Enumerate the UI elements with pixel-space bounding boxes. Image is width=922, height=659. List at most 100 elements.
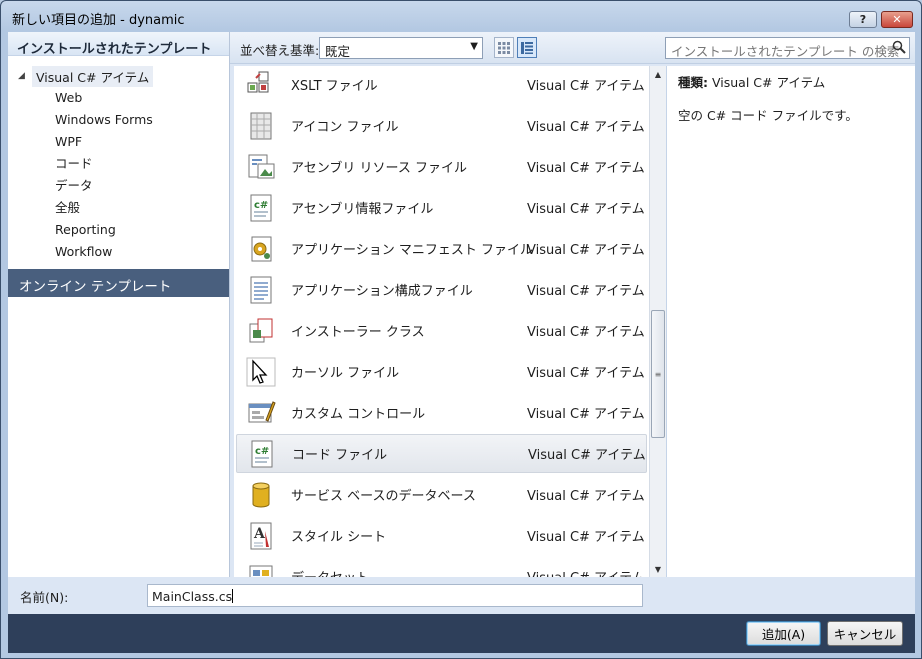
cancel-button[interactable]: キャンセル (827, 621, 903, 646)
name-input[interactable]: MainClass.cs (147, 584, 643, 607)
template-kind: Visual C# アイテム (527, 407, 645, 422)
expand-arrow-icon[interactable]: ◢ (18, 71, 32, 81)
tree-item-code[interactable]: コード (55, 154, 93, 174)
close-button[interactable]: ✕ (881, 11, 913, 28)
help-button[interactable]: ? (849, 11, 877, 28)
svg-text:A: A (253, 526, 266, 542)
template-kind: Visual C# アイテム (528, 448, 646, 463)
template-row-dataset[interactable]: データセット Visual C# アイテム (236, 557, 647, 577)
tree-item-data[interactable]: データ (55, 176, 93, 196)
category-tree: ◢ Visual C# アイテム Web Windows Forms WPF コ… (8, 56, 229, 267)
template-kind: Visual C# アイテム (527, 284, 645, 299)
sort-label: 並べ替え基準: (240, 43, 320, 58)
template-row-resource-file[interactable]: アセンブリ リソース ファイル Visual C# アイテム (236, 147, 647, 186)
template-name: アセンブリ情報ファイル (291, 202, 434, 217)
csharp-file-icon: c# (247, 439, 277, 469)
tree-item-general[interactable]: 全般 (55, 198, 80, 218)
chevron-down-icon: ▼ (470, 41, 478, 52)
template-row-xslt[interactable]: XSLT ファイル Visual C# アイテム (236, 66, 647, 104)
window-title: 新しい項目の追加 - dynamic (12, 13, 185, 28)
template-row-code-file[interactable]: c# コード ファイル Visual C# アイテム (236, 434, 647, 473)
template-name: アプリケーション マニフェスト ファイル (291, 243, 534, 258)
template-search-input[interactable]: インストールされたテンプレート の検索 (665, 37, 910, 59)
template-kind: Visual C# アイテム (527, 202, 645, 217)
template-name: アセンブリ リソース ファイル (291, 161, 467, 176)
icon-file-icon (246, 111, 276, 141)
template-name: インストーラー クラス (291, 325, 425, 340)
template-row-icon-file[interactable]: アイコン ファイル Visual C# アイテム (236, 106, 647, 145)
detail-kind: 種類: Visual C# アイテム (678, 72, 915, 91)
name-label: 名前(N): (20, 590, 69, 605)
tree-item-visual-csharp[interactable]: ◢ Visual C# アイテム (18, 65, 154, 87)
template-list-scrollbar[interactable]: ▲ ≡ ▼ (649, 66, 666, 577)
template-name: サービス ベースのデータベース (291, 489, 476, 504)
sort-value: 既定 (325, 44, 351, 59)
search-icon[interactable] (892, 40, 906, 57)
template-row-custom-control[interactable]: カスタム コントロール Visual C# アイテム (236, 393, 647, 432)
small-icons-view-button[interactable] (494, 37, 514, 58)
template-kind: Visual C# アイテム (527, 489, 645, 504)
tree-item-wpf[interactable]: WPF (55, 132, 82, 152)
template-row-assembly-info[interactable]: c# アセンブリ情報ファイル Visual C# アイテム (236, 188, 647, 227)
cursor-file-icon (246, 357, 276, 387)
tree-item-workflow[interactable]: Workflow (55, 242, 112, 262)
template-kind: Visual C# アイテム (527, 161, 645, 176)
scroll-down-icon[interactable]: ▼ (650, 561, 666, 577)
template-row-installer-class[interactable]: インストーラー クラス Visual C# アイテム (236, 311, 647, 350)
template-toolbar: 並べ替え基準: 既定 ▼ インストールされたテンプレート の検索 (230, 32, 915, 64)
installer-class-icon (246, 316, 276, 346)
dialog-client: インストールされたテンプレート ◢ Visual C# アイテム Web Win… (8, 32, 915, 653)
template-kind: Visual C# アイテム (527, 243, 645, 258)
template-details-pane: 種類: Visual C# アイテム 空の C# コード ファイルです。 (666, 66, 915, 577)
sort-dropdown[interactable]: 既定 ▼ (319, 37, 483, 59)
template-list: XSLT ファイル Visual C# アイテム アイコン ファイル Visua… (234, 66, 649, 577)
template-name: データセット (291, 567, 369, 577)
xslt-file-icon (246, 70, 276, 100)
name-input-value: MainClass.cs (152, 589, 233, 604)
template-row-manifest[interactable]: アプリケーション マニフェスト ファイル Visual C# アイテム (236, 229, 647, 268)
details-view-button[interactable] (517, 37, 537, 58)
scrollbar-thumb[interactable]: ≡ (651, 310, 665, 438)
template-name: カーソル ファイル (291, 366, 400, 381)
detail-kind-label: 種類: (678, 75, 708, 90)
tree-item-reporting[interactable]: Reporting (55, 220, 116, 240)
csharp-file-icon: c# (246, 193, 276, 223)
template-name: アイコン ファイル (291, 120, 399, 135)
dialog-footer: 追加(A) キャンセル (8, 614, 915, 653)
installed-templates-header[interactable]: インストールされたテンプレート (8, 32, 229, 57)
details-view-icon (521, 41, 533, 54)
stylesheet-icon: A (246, 521, 276, 551)
template-kind: Visual C# アイテム (527, 567, 645, 577)
dataset-icon (246, 562, 276, 577)
add-new-item-dialog: 新しい項目の追加 - dynamic ? ✕ インストールされたテンプレート ◢… (0, 0, 922, 659)
resource-file-icon (246, 152, 276, 182)
scroll-up-icon[interactable]: ▲ (650, 66, 666, 82)
name-row: 名前(N): MainClass.cs (8, 577, 915, 614)
title-bar[interactable]: 新しい項目の追加 - dynamic ? ✕ (1, 1, 921, 31)
template-name: XSLT ファイル (291, 79, 378, 94)
config-file-icon (246, 275, 276, 305)
detail-kind-value: Visual C# アイテム (711, 75, 826, 90)
tree-item-label: Visual C# アイテム (32, 65, 154, 87)
custom-control-icon (246, 398, 276, 428)
text-caret (232, 589, 234, 603)
template-row-service-database[interactable]: サービス ベースのデータベース Visual C# アイテム (236, 475, 647, 514)
online-templates-header[interactable]: オンライン テンプレート (8, 269, 229, 297)
tree-item-web[interactable]: Web (55, 88, 82, 108)
template-kind: Visual C# アイテム (527, 530, 645, 545)
manifest-file-icon (246, 234, 276, 264)
tree-item-windows-forms[interactable]: Windows Forms (55, 110, 153, 130)
detail-description: 空の C# コード ファイルです。 (678, 108, 858, 123)
template-name: コード ファイル (292, 448, 388, 463)
template-kind: Visual C# アイテム (527, 325, 645, 340)
template-category-pane: インストールされたテンプレート ◢ Visual C# アイテム Web Win… (8, 32, 230, 577)
template-row-cursor-file[interactable]: カーソル ファイル Visual C# アイテム (236, 352, 647, 391)
add-button[interactable]: 追加(A) (746, 621, 821, 646)
small-icons-view-icon (498, 41, 510, 54)
template-row-app-config[interactable]: アプリケーション構成ファイル Visual C# アイテム (236, 270, 647, 309)
template-kind: Visual C# アイテム (527, 366, 645, 381)
search-placeholder: インストールされたテンプレート の検索 (671, 44, 900, 59)
svg-text:c#: c# (254, 200, 268, 211)
template-row-stylesheet[interactable]: A スタイル シート Visual C# アイテム (236, 516, 647, 555)
template-name: スタイル シート (291, 530, 387, 545)
